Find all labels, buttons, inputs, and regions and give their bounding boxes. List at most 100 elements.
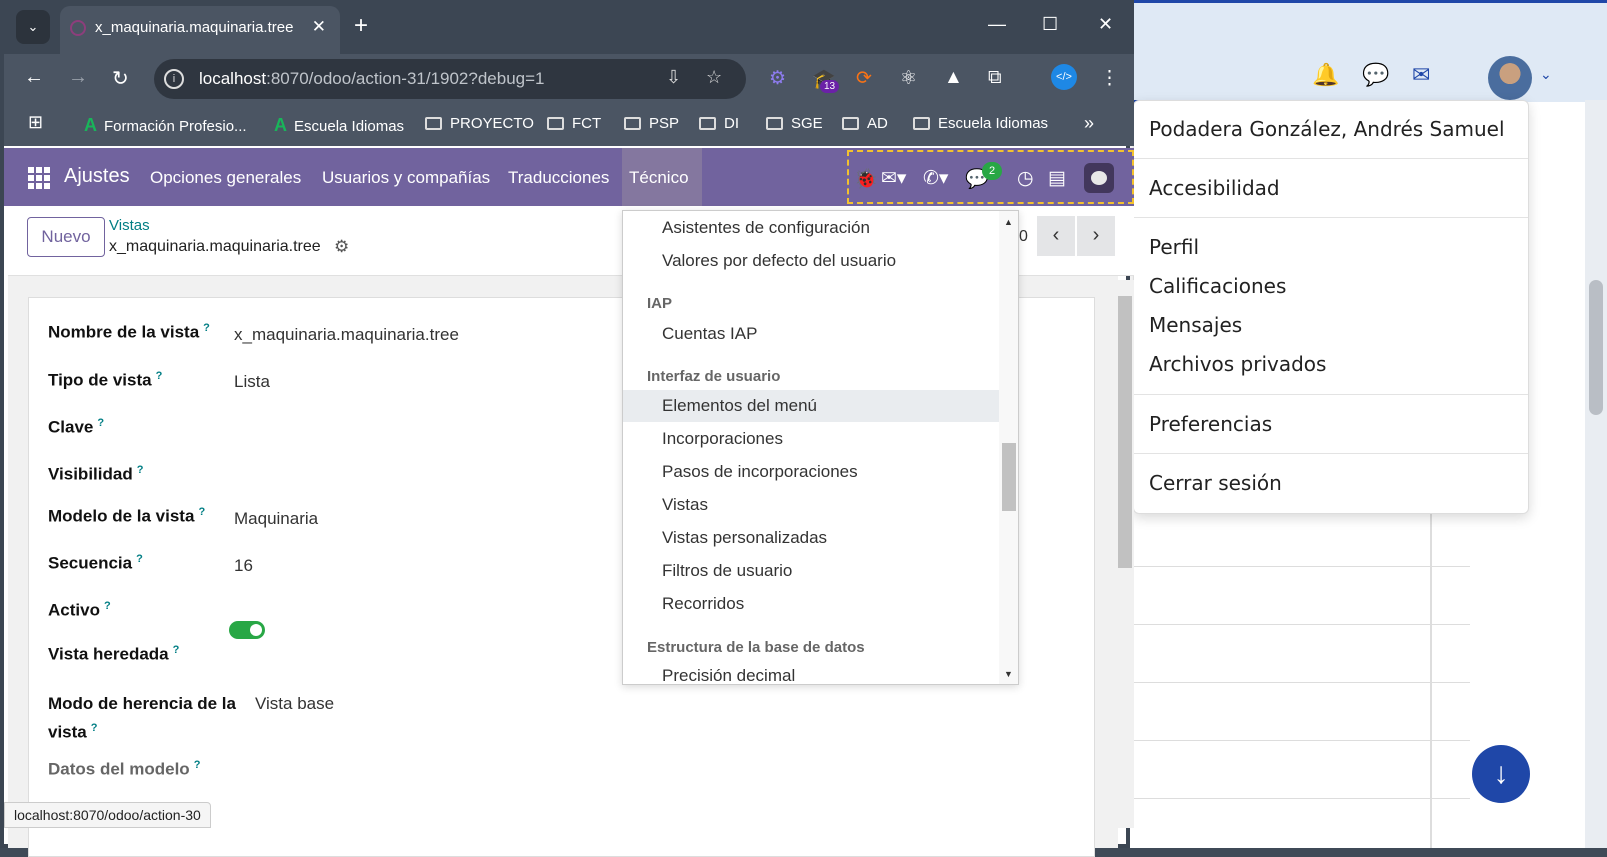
reload-icon[interactable]: ↻ — [112, 66, 129, 91]
menu-item-vistas-personalizadas[interactable]: Vistas personalizadas — [662, 528, 827, 548]
apps-grid-icon[interactable]: ⊞ — [28, 112, 43, 133]
menu-item-asistentes-configuracion[interactable]: Asistentes de configuración — [662, 218, 870, 238]
field-value-tipo[interactable]: Lista — [234, 372, 270, 392]
maximize-icon[interactable]: ☐ — [1042, 14, 1058, 35]
field-value-modo-herencia[interactable]: Vista base — [255, 694, 334, 714]
bookmark-star-icon[interactable]: ☆ — [706, 67, 722, 88]
extension-react-icon[interactable]: ⚛ — [900, 67, 917, 90]
back-icon[interactable]: ← — [24, 66, 44, 89]
menu-item-valores-defecto[interactable]: Valores por defecto del usuario — [662, 251, 896, 271]
extension-angular-icon[interactable]: ▲ — [944, 67, 963, 89]
gear-icon[interactable]: ⚙ — [334, 237, 349, 257]
field-label-vista-heredada: Vista heredada? — [48, 644, 180, 664]
debug-bug-icon[interactable]: 🐞 — [854, 167, 878, 191]
whatsapp-dropdown-icon[interactable]: ✆▾ — [923, 167, 948, 190]
menu-traducciones[interactable]: Traducciones — [508, 168, 609, 188]
menu-item-mensajes[interactable]: Mensajes — [1149, 313, 1242, 337]
devtools-extension-icon[interactable]: </> — [1051, 64, 1077, 90]
bookmark-folder[interactable]: PROYECTO — [425, 115, 534, 132]
address-bar[interactable]: i localhost:8070/odoo/action-31/1902?deb… — [154, 59, 746, 99]
menu-item-archivos-privados[interactable]: Archivos privados — [1149, 352, 1326, 376]
extension-gear-icon[interactable]: ⚙ — [769, 67, 786, 90]
more-bookmarks-icon[interactable]: » — [1084, 113, 1094, 134]
scroll-down-arrow-icon[interactable]: ▼ — [1004, 669, 1013, 679]
scroll-down-button[interactable]: ↓ — [1472, 745, 1530, 803]
bookmark-folder[interactable]: AD — [842, 115, 888, 132]
menu-item-calificaciones[interactable]: Calificaciones — [1149, 274, 1286, 298]
menu-item-pasos-incorporaciones[interactable]: Pasos de incorporaciones — [662, 462, 858, 482]
bell-icon[interactable]: 🔔 — [1312, 62, 1339, 88]
help-tooltip-icon[interactable]: ? — [136, 553, 143, 565]
app-menu-grid-icon[interactable] — [28, 167, 50, 189]
close-tab-icon[interactable]: ✕ — [312, 17, 326, 37]
menu-item-perfil[interactable]: Perfil — [1149, 235, 1199, 259]
divider — [1134, 394, 1528, 395]
bookmark-folder[interactable]: PSP — [624, 115, 679, 132]
menu-item-filtros-usuario[interactable]: Filtros de usuario — [662, 561, 792, 581]
menu-item-elementos-menu[interactable]: Elementos del menú — [662, 396, 817, 416]
extensions-puzzle-icon[interactable]: ⧉ — [988, 67, 1002, 89]
help-tooltip-icon[interactable]: ? — [198, 506, 205, 518]
browser-menu-icon[interactable]: ⋮ — [1100, 67, 1119, 90]
help-tooltip-icon[interactable]: ? — [194, 759, 201, 771]
help-tooltip-icon[interactable]: ? — [91, 722, 98, 734]
field-value-secuencia[interactable]: 16 — [234, 556, 253, 576]
user-avatar[interactable] — [1488, 56, 1532, 100]
bookmark-folder[interactable]: SGE — [766, 115, 823, 132]
company-building-icon[interactable]: ▤ — [1048, 167, 1066, 190]
chat-icon[interactable]: 💬 — [1362, 62, 1389, 88]
mail-icon[interactable]: ✉ — [1412, 62, 1430, 88]
tab-search-button[interactable]: ⌄ — [16, 10, 50, 44]
activity-clock-icon[interactable]: ◷ — [1017, 167, 1034, 190]
window-close-icon[interactable]: ✕ — [1098, 14, 1113, 35]
user-avatar-systray[interactable] — [1084, 163, 1114, 193]
new-tab-button[interactable]: + — [354, 12, 368, 40]
scrollbar-thumb[interactable] — [1002, 443, 1016, 511]
app-name[interactable]: Ajustes — [64, 165, 130, 188]
field-value-nombre[interactable]: x_maquinaria.maquinaria.tree — [234, 325, 459, 345]
menu-opciones-generales[interactable]: Opciones generales — [150, 168, 301, 188]
pager-next-button[interactable]: › — [1077, 216, 1115, 256]
menu-item-incorporaciones[interactable]: Incorporaciones — [662, 429, 783, 449]
bookmark-folder[interactable]: Escuela Idiomas — [913, 115, 1048, 132]
browser-tab[interactable]: x_maquinaria.maquinaria.tree ✕ — [60, 6, 340, 54]
form-scrollbar[interactable] — [1116, 280, 1134, 828]
help-tooltip-icon[interactable]: ? — [104, 600, 111, 612]
scrollbar-thumb[interactable] — [1118, 296, 1132, 568]
minimize-icon[interactable]: — — [988, 14, 1006, 35]
breadcrumb-parent[interactable]: Vistas — [109, 217, 150, 234]
chevron-down-icon[interactable]: ⌄ — [1540, 66, 1552, 83]
pager-previous-button[interactable]: ‹ — [1037, 216, 1075, 256]
menu-item-precision-decimal[interactable]: Precisión decimal — [662, 666, 795, 684]
site-info-icon[interactable]: i — [164, 69, 184, 89]
url-text[interactable]: localhost:8070/odoo/action-31/1902?debug… — [199, 69, 545, 89]
help-tooltip-icon[interactable]: ? — [156, 370, 163, 382]
bookmark-folder[interactable]: DI — [699, 115, 739, 132]
menu-item-cuentas-iap[interactable]: Cuentas IAP — [662, 324, 757, 344]
bookmark-item[interactable]: A Escuela Idiomas — [274, 115, 404, 136]
help-tooltip-icon[interactable]: ? — [97, 417, 104, 429]
scrollbar[interactable] — [1585, 100, 1607, 848]
new-button[interactable]: Nuevo — [27, 217, 105, 257]
menu-usuarios-companias[interactable]: Usuarios y compañías — [322, 168, 490, 188]
forward-icon[interactable]: → — [68, 66, 88, 89]
help-tooltip-icon[interactable]: ? — [203, 322, 210, 334]
field-value-modelo[interactable]: Maquinaria — [234, 509, 318, 529]
menu-item-preferencias[interactable]: Preferencias — [1149, 412, 1272, 436]
bookmark-item[interactable]: A Formación Profesio... — [84, 115, 247, 136]
menu-tecnico[interactable]: Técnico — [622, 148, 702, 206]
help-tooltip-icon[interactable]: ? — [137, 464, 144, 476]
mail-dropdown-icon[interactable]: ✉▾ — [881, 167, 906, 190]
extension-sync-icon[interactable]: ⟳ — [856, 67, 872, 90]
help-tooltip-icon[interactable]: ? — [173, 644, 180, 656]
menu-item-cerrar-sesion[interactable]: Cerrar sesión — [1149, 471, 1282, 495]
bookmark-folder[interactable]: FCT — [547, 115, 601, 132]
install-app-icon[interactable]: ⇩ — [666, 67, 681, 88]
scrollbar-thumb[interactable] — [1589, 280, 1603, 415]
dropdown-scrollbar[interactable]: ▲ ▼ — [999, 211, 1018, 684]
active-toggle[interactable] — [229, 621, 265, 639]
menu-item-recorridos[interactable]: Recorridos — [662, 594, 744, 614]
menu-item-accesibilidad[interactable]: Accesibilidad — [1149, 176, 1280, 200]
menu-item-vistas[interactable]: Vistas — [662, 495, 708, 515]
scroll-up-arrow-icon[interactable]: ▲ — [1004, 217, 1013, 227]
